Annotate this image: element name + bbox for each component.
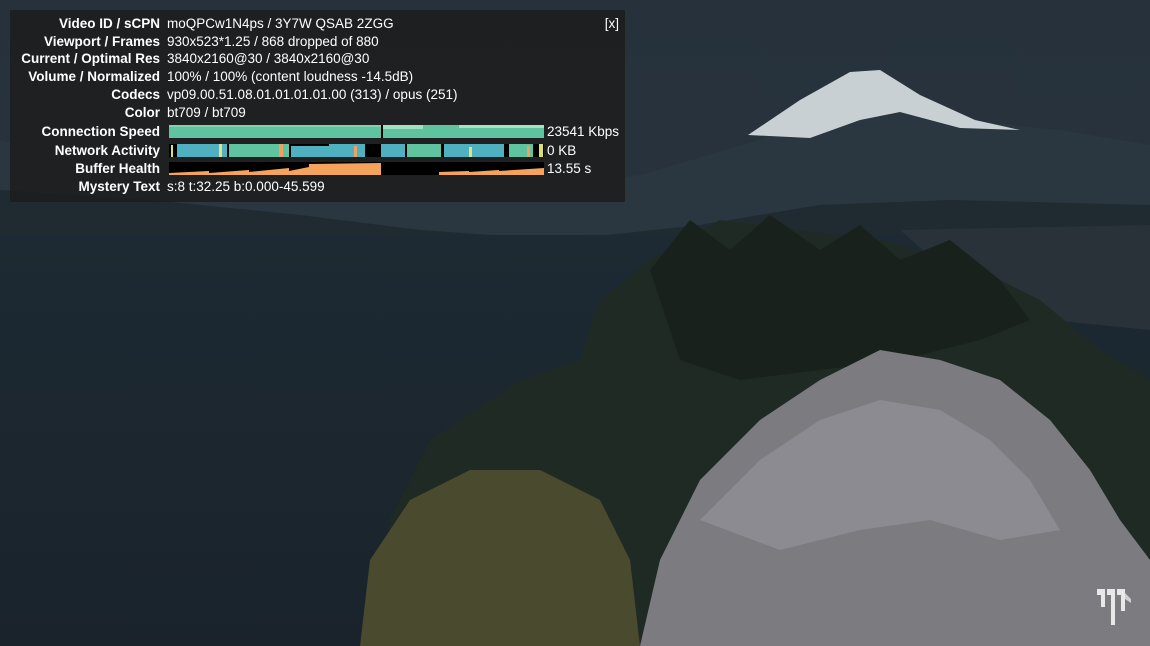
color-label: Color: [124, 105, 160, 120]
codecs-row: Codecs vp09.00.51.08.01.01.01.01.00 (313…: [10, 86, 625, 104]
color-row: Color bt709 / bt709: [10, 104, 625, 122]
viewport-value: 930x523*1.25 / 868 dropped of 880: [167, 34, 379, 49]
video-id-value: moQPCw1N4ps / 3Y7W QSAB 2ZGG: [167, 16, 394, 31]
resolution-label: Current / Optimal Res: [21, 51, 160, 66]
video-id-row: Video ID / sCPN moQPCw1N4ps / 3Y7W QSAB …: [10, 15, 625, 33]
resolution-row: Current / Optimal Res 3840x2160@30 / 384…: [10, 50, 625, 68]
resolution-value: 3840x2160@30 / 3840x2160@30: [167, 51, 370, 66]
connection-speed-graph: [169, 125, 544, 138]
network-activity-value: 0 KB: [547, 143, 577, 158]
codecs-value: vp09.00.51.08.01.01.01.01.00 (313) / opu…: [167, 87, 458, 102]
channel-branding-icon[interactable]: [1095, 585, 1133, 627]
stats-for-nerds-panel: [x] Video ID / sCPN moQPCw1N4ps / 3Y7W Q…: [10, 10, 625, 202]
buffer-health-value: 13.55 s: [547, 161, 592, 176]
mystery-text-row: Mystery Text s:8 t:32.25 b:0.000-45.599: [10, 178, 625, 196]
buffer-health-label: Buffer Health: [75, 161, 160, 176]
connection-speed-label: Connection Speed: [41, 124, 160, 139]
network-activity-graph: [169, 144, 544, 157]
video-id-label: Video ID / sCPN: [58, 16, 160, 31]
volume-row: Volume / Normalized 100% / 100% (content…: [10, 68, 625, 86]
buffer-health-graph: [169, 162, 544, 175]
codecs-label: Codecs: [111, 87, 160, 102]
mystery-text-label: Mystery Text: [78, 179, 160, 194]
viewport-label: Viewport / Frames: [43, 34, 160, 49]
connection-speed-value: 23541 Kbps: [547, 124, 620, 139]
connection-speed-row: Connection Speed 23541 Kbps: [10, 123, 625, 141]
network-activity-label: Network Activity: [54, 143, 160, 158]
network-activity-row: Network Activity 0 KB: [10, 142, 625, 160]
viewport-row: Viewport / Frames 930x523*1.25 / 868 dro…: [10, 33, 625, 51]
mystery-text-value: s:8 t:32.25 b:0.000-45.599: [167, 179, 325, 194]
color-value: bt709 / bt709: [167, 105, 246, 120]
volume-label: Volume / Normalized: [28, 69, 160, 84]
buffer-health-row: Buffer Health 13.55 s: [10, 160, 625, 178]
volume-value: 100% / 100% (content loudness -14.5dB): [167, 69, 414, 84]
